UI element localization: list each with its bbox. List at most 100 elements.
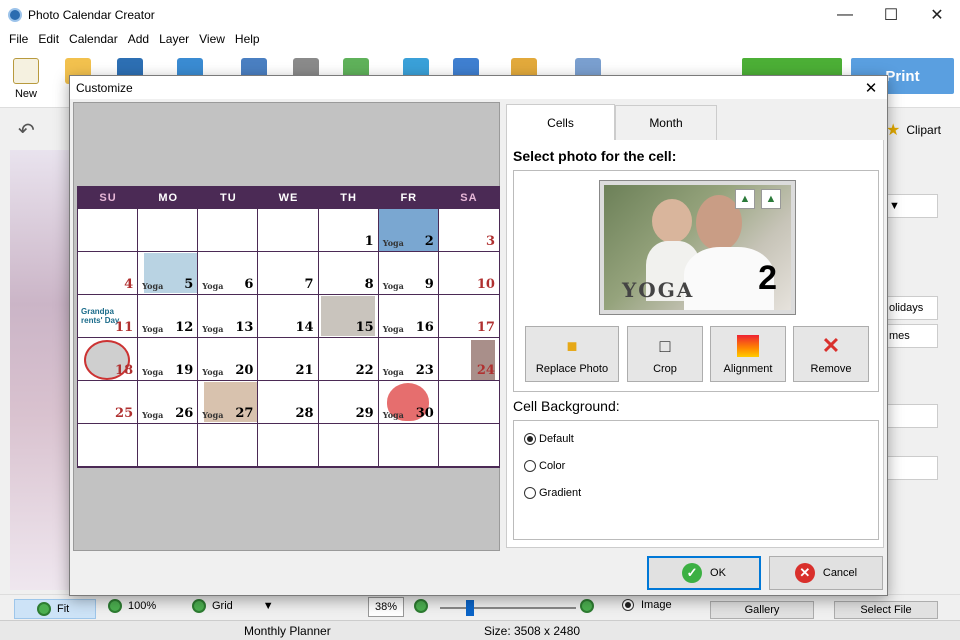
day-cell[interactable] (378, 424, 439, 467)
image-radio[interactable]: Image (622, 599, 672, 611)
radio-color[interactable]: Color (524, 460, 565, 472)
day-cell[interactable]: 17 (438, 295, 499, 338)
day-cell[interactable]: 24 (438, 338, 499, 381)
day-cell[interactable]: Yoga 16 (378, 295, 439, 338)
cell-note: Yoga (202, 367, 224, 377)
day-cell[interactable]: Yoga 9 (378, 252, 439, 295)
day-number: 12 (175, 320, 194, 335)
radio-default-dot (524, 433, 536, 445)
menu-edit[interactable]: Edit (38, 32, 59, 46)
day-cell[interactable]: 22 (318, 338, 379, 381)
select-file-button[interactable]: Select File (834, 601, 938, 619)
menu-file[interactable]: File (9, 32, 28, 46)
fit-label: Fit (57, 603, 70, 615)
tab-cells[interactable]: Cells (506, 104, 615, 140)
day-cell[interactable] (438, 424, 499, 467)
day-number: 21 (295, 363, 314, 378)
day-cell[interactable]: 29 (318, 381, 379, 424)
day-cell[interactable]: Yoga 30 (378, 381, 439, 424)
fit-icon (37, 602, 51, 616)
day-cell[interactable] (258, 424, 319, 467)
day-cell[interactable] (198, 209, 259, 252)
zoom-100-button[interactable]: 100% (108, 599, 156, 613)
day-cell[interactable] (438, 381, 499, 424)
menu-help[interactable]: Help (235, 32, 260, 46)
panel-dropdown-1[interactable]: ▼ (886, 194, 938, 218)
day-cell[interactable] (198, 424, 259, 467)
remove-button[interactable]: ✕ Remove (793, 326, 869, 382)
folder-icon: ■ (566, 336, 578, 356)
day-cell[interactable]: Yoga 20 (198, 338, 259, 381)
ok-button[interactable]: ✓ OK (647, 556, 761, 590)
replace-photo-button[interactable]: ■ Replace Photo (525, 326, 619, 382)
cell-note: Yoga (382, 324, 404, 334)
day-cell[interactable]: 15 (318, 295, 379, 338)
panel-dropdown-2[interactable] (886, 404, 938, 428)
zoom-out-button[interactable] (414, 599, 428, 613)
menu-view[interactable]: View (199, 32, 225, 46)
alignment-button[interactable]: Alignment (710, 326, 786, 382)
day-cell[interactable]: 25 (78, 381, 139, 424)
day-cell[interactable] (138, 209, 199, 252)
properties-panel: ▼ olidays mes (884, 150, 960, 590)
clipart-button[interactable]: ★ Clipart (886, 120, 941, 140)
panel-dropdown-3[interactable] (886, 456, 938, 480)
photo-fit-icon[interactable]: ▲ (735, 189, 755, 209)
crop-button[interactable]: □ Crop (627, 326, 703, 382)
grid-dropdown-icon[interactable]: ▼ (263, 600, 274, 612)
day-cell[interactable]: 3 (438, 209, 499, 252)
day-cell[interactable]: Yoga 19 (138, 338, 199, 381)
cancel-button[interactable]: ✕ Cancel (769, 556, 883, 590)
menu-layer[interactable]: Layer (159, 32, 189, 46)
day-cell[interactable]: 7 (258, 252, 319, 295)
status-template: Monthly Planner (244, 624, 331, 638)
day-cell[interactable] (138, 424, 199, 467)
zoom-input[interactable]: 38% (368, 597, 404, 617)
day-cell[interactable] (318, 424, 379, 467)
photo-stretch-icon[interactable]: ▲ (761, 189, 781, 209)
day-cell[interactable]: Yoga 26 (138, 381, 199, 424)
new-button[interactable]: New (8, 54, 44, 102)
day-cell[interactable]: 18 (78, 338, 139, 381)
day-cell[interactable] (258, 209, 319, 252)
close-app-button[interactable]: ✕ (914, 0, 960, 30)
day-cell[interactable]: Yoga 2 (378, 209, 439, 252)
zoom-slider-thumb[interactable] (466, 600, 474, 616)
day-cell[interactable]: 8 (318, 252, 379, 295)
maximize-button[interactable]: ☐ (868, 0, 914, 30)
weekday-header: SU MO TU WE TH FR SA (78, 187, 499, 209)
names-button[interactable]: mes (886, 324, 938, 348)
day-cell[interactable]: Yoga 12 (138, 295, 199, 338)
select-photo-heading: Select photo for the cell: (513, 148, 677, 164)
zoom-slider-track[interactable] (440, 607, 576, 609)
day-cell[interactable]: Yoga 23 (378, 338, 439, 381)
day-cell[interactable]: 1 (318, 209, 379, 252)
holidays-button[interactable]: olidays (886, 296, 938, 320)
cell-note: Yoga (382, 238, 404, 248)
day-cell[interactable] (78, 424, 139, 467)
day-cell[interactable]: Yoga 6 (198, 252, 259, 295)
menu-add[interactable]: Add (128, 32, 149, 46)
grid-button[interactable]: Grid ▼ (192, 599, 274, 613)
radio-default[interactable]: Default (524, 433, 574, 445)
day-cell[interactable]: 4 (78, 252, 139, 295)
zoom-in-button[interactable] (580, 599, 594, 613)
day-cell[interactable]: Yoga 5 (138, 252, 199, 295)
day-cell[interactable]: 14 (258, 295, 319, 338)
day-cell[interactable]: 21 (258, 338, 319, 381)
day-cell[interactable]: 28 (258, 381, 319, 424)
minimize-button[interactable]: — (822, 0, 868, 30)
gallery-button[interactable]: Gallery (710, 601, 814, 619)
day-cell[interactable]: Grandpa rents' Day 11 (78, 295, 139, 338)
day-cell[interactable]: Yoga 13 (198, 295, 259, 338)
radio-gradient[interactable]: Gradient (524, 487, 581, 499)
undo-icon[interactable]: ↶ (18, 118, 35, 143)
dialog-close-icon[interactable]: ✕ (859, 76, 883, 99)
fit-button[interactable]: Fit (14, 599, 97, 619)
menu-calendar[interactable]: Calendar (69, 32, 118, 46)
tab-month[interactable]: Month (615, 105, 717, 140)
day-number: 24 (476, 363, 495, 378)
day-cell[interactable]: Yoga 27 (198, 381, 259, 424)
day-cell[interactable] (78, 209, 139, 252)
day-cell[interactable]: 10 (438, 252, 499, 295)
